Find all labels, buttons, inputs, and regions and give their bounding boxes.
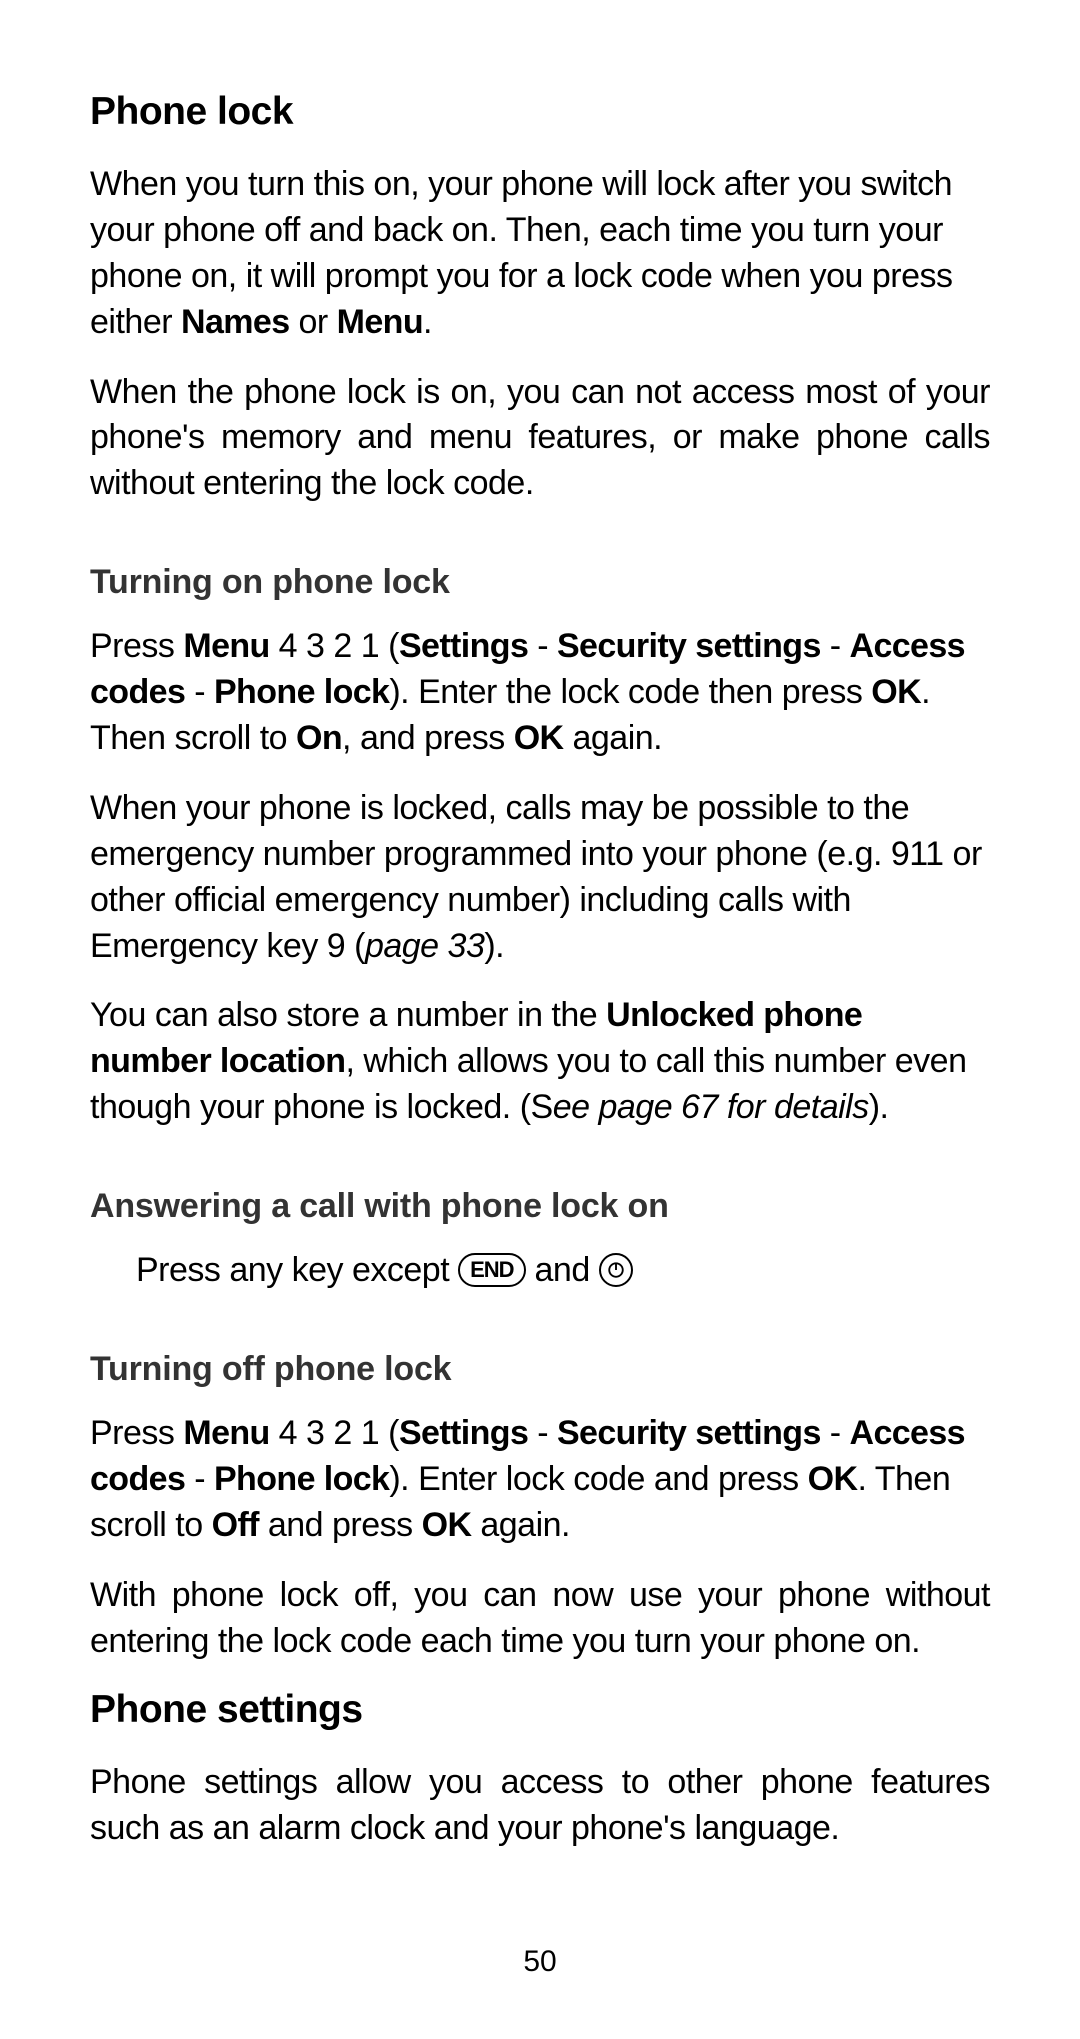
text: When your phone is locked, calls may be … [90, 789, 982, 965]
text: 4 3 2 1 ( [270, 627, 399, 665]
paragraph: When the phone lock is on, you can not a… [90, 370, 990, 508]
menu-path-security: Security settings [557, 627, 821, 665]
text: and [526, 1251, 599, 1289]
page-number: 50 [0, 1945, 1080, 1979]
text: or [290, 303, 337, 341]
page-ref: ee page 67 for details [553, 1088, 869, 1126]
paragraph: When you turn this on, your phone will l… [90, 162, 990, 346]
text: again. [471, 1506, 570, 1544]
end-key-icon: END [458, 1253, 525, 1287]
text: You can also store a number in the [90, 996, 606, 1034]
heading-phone-lock: Phone lock [90, 90, 990, 134]
key-menu: Menu [183, 1414, 269, 1452]
text: ). Enter lock code and press [389, 1460, 807, 1498]
paragraph: You can also store a number in the Unloc… [90, 993, 990, 1131]
key-ok: OK [514, 719, 564, 757]
text: 4 3 2 1 ( [270, 1414, 399, 1452]
key-menu: Menu [337, 303, 423, 341]
text: - [528, 1414, 557, 1452]
menu-path-phone-lock: Phone lock [214, 673, 389, 711]
manual-page: Phone lock When you turn this on, your p… [0, 0, 1080, 2039]
text: , and press [342, 719, 514, 757]
text: - [185, 673, 214, 711]
option-off: Off [212, 1506, 259, 1544]
page-ref: page 33 [365, 927, 484, 965]
paragraph: Phone settings allow you access to other… [90, 1760, 990, 1852]
key-ok: OK [871, 673, 921, 711]
heading-turning-off: Turning off phone lock [90, 1350, 990, 1389]
paragraph: When your phone is locked, calls may be … [90, 786, 990, 970]
menu-path-settings: Settings [399, 627, 528, 665]
heading-phone-settings: Phone settings [90, 1688, 990, 1732]
heading-answering: Answering a call with phone lock on [90, 1187, 990, 1226]
key-ok: OK [422, 1506, 472, 1544]
text: Press [90, 1414, 183, 1452]
text: . [423, 303, 432, 341]
paragraph: Press Menu 4 3 2 1 (Settings - Security … [90, 624, 990, 762]
text: - [821, 627, 850, 665]
text: ). Enter the lock code then press [389, 673, 871, 711]
menu-path-settings: Settings [399, 1414, 528, 1452]
text: again. [564, 719, 663, 757]
key-names: Names [181, 303, 290, 341]
text: Press any key except [136, 1251, 458, 1289]
paragraph: Press Menu 4 3 2 1 (Settings - Security … [90, 1411, 990, 1549]
text: and press [259, 1506, 422, 1544]
text: - [185, 1460, 214, 1498]
text: ). [484, 927, 504, 965]
power-icon [607, 1261, 625, 1279]
text: ). [869, 1088, 889, 1126]
heading-turning-on: Turning on phone lock [90, 563, 990, 602]
power-key-icon [599, 1253, 633, 1287]
menu-path-security: Security settings [557, 1414, 821, 1452]
paragraph: Press any key except END and [90, 1248, 990, 1294]
option-on: On [296, 719, 342, 757]
text: - [528, 627, 557, 665]
key-menu: Menu [183, 627, 269, 665]
text: Press [90, 627, 183, 665]
key-ok: OK [808, 1460, 858, 1498]
menu-path-phone-lock: Phone lock [214, 1460, 389, 1498]
paragraph: With phone lock off, you can now use you… [90, 1573, 990, 1665]
text: - [821, 1414, 850, 1452]
